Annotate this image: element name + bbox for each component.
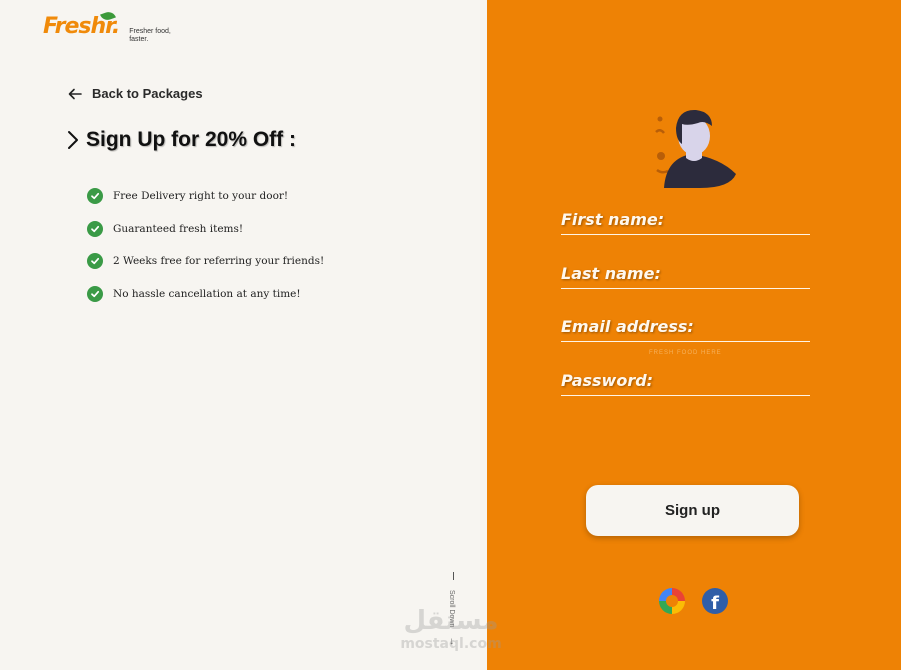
check-circle-icon xyxy=(87,285,103,302)
check-circle-icon xyxy=(87,220,103,237)
watermark-arabic: مستقل xyxy=(403,606,499,636)
back-link-label: Back to Packages xyxy=(92,86,203,101)
password-input[interactable] xyxy=(561,390,810,396)
brand-logo[interactable]: Freshr. Fresher food, faster. xyxy=(43,9,179,44)
benefit-text: Guaranteed fresh items! xyxy=(113,222,244,235)
chevron-right-icon xyxy=(68,131,78,149)
check-circle-icon xyxy=(87,253,103,270)
benefits-list: Free Delivery right to your door! Guaran… xyxy=(87,180,324,310)
last-name-field[interactable]: Last name: xyxy=(561,264,810,289)
email-label: Email address: xyxy=(561,317,694,336)
arrow-left-icon xyxy=(68,88,82,99)
email-hint: FRESH FOOD HERE xyxy=(649,350,722,356)
first-name-label: First name: xyxy=(561,210,665,229)
benefit-text: 2 Weeks free for referring your friends! xyxy=(113,255,325,268)
offer-heading: Sign Up for 20% Off : xyxy=(66,128,296,152)
sign-up-button[interactable]: Sign up xyxy=(586,485,799,536)
list-item: Free Delivery right to your door! xyxy=(87,180,324,213)
benefits-panel: Freshr. Fresher food, faster. Back to Pa… xyxy=(0,0,487,670)
watermark: مستقل mostaql.com xyxy=(395,606,507,658)
back-to-packages-link[interactable]: Back to Packages xyxy=(68,86,203,101)
google-icon[interactable] xyxy=(659,588,685,614)
facebook-icon[interactable]: f xyxy=(702,588,728,614)
divider xyxy=(453,572,454,580)
check-circle-icon xyxy=(87,188,103,205)
password-field[interactable]: Password: xyxy=(561,371,810,396)
list-item: 2 Weeks free for referring your friends! xyxy=(87,245,324,278)
email-input[interactable] xyxy=(561,336,810,342)
page-title: Sign Up for 20% Off : xyxy=(86,128,296,151)
last-name-input[interactable] xyxy=(561,283,810,289)
watermark-latin: mostaql.com xyxy=(400,636,502,652)
password-label: Password: xyxy=(561,371,654,390)
user-avatar-icon xyxy=(655,109,736,188)
last-name-label: Last name: xyxy=(561,264,661,283)
email-field[interactable]: Email address: FRESH FOOD HERE xyxy=(561,317,810,356)
first-name-input[interactable] xyxy=(561,229,810,235)
list-item: No hassle cancellation at any time! xyxy=(87,278,324,311)
benefit-text: No hassle cancellation at any time! xyxy=(113,287,301,300)
facebook-glyph: f xyxy=(711,593,719,614)
first-name-field[interactable]: First name: xyxy=(561,210,810,235)
benefit-text: Free Delivery right to your door! xyxy=(113,190,289,203)
list-item: Guaranteed fresh items! xyxy=(87,213,324,246)
brand-tagline: Fresher food, faster. xyxy=(129,28,171,43)
